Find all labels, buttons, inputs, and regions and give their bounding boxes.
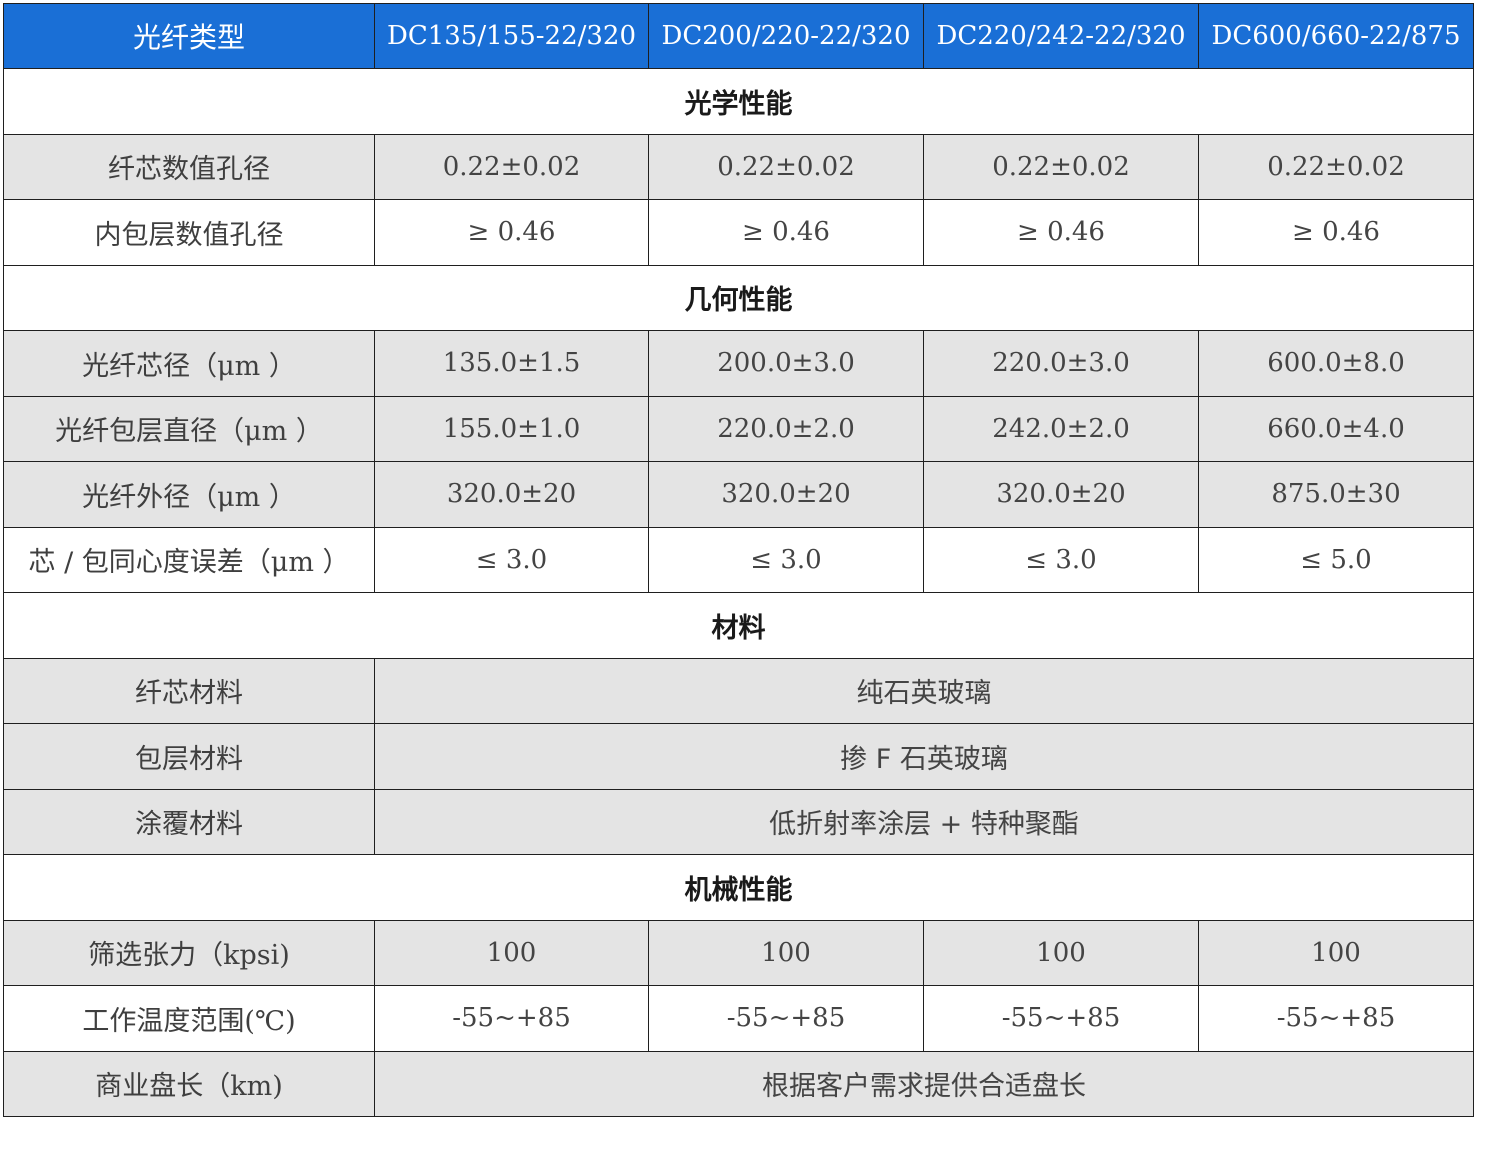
row-label-clad-material: 包层材料 bbox=[3, 723, 375, 790]
table-row-outer-diameter: 光纤外径（μm ） 320.0±20 320.0±20 320.0±20 875… bbox=[3, 461, 1474, 528]
section-title-optical: 光学性能 bbox=[3, 68, 1474, 135]
cell-clad-diameter-3: 242.0±2.0 bbox=[923, 395, 1199, 462]
section-material: 材料 bbox=[3, 592, 1474, 659]
section-optical: 光学性能 bbox=[3, 68, 1474, 135]
cell-temp-range-2: -55~+85 bbox=[648, 985, 924, 1052]
cell-concentricity-3: ≤ 3.0 bbox=[923, 526, 1199, 593]
table-row-proof-test: 筛选张力（kpsi) 100 100 100 100 bbox=[3, 919, 1474, 986]
cell-temp-range-1: -55~+85 bbox=[374, 985, 649, 1052]
cell-proof-test-1: 100 bbox=[374, 919, 649, 986]
row-label-core-diameter: 光纤芯径（μm ） bbox=[3, 330, 375, 397]
label-unit: （km) bbox=[203, 1071, 283, 1103]
cell-core-diameter-3: 220.0±3.0 bbox=[923, 330, 1199, 397]
cell-clad-diameter-4: 660.0±4.0 bbox=[1198, 395, 1474, 462]
table-row-length: 商业盘长（km) 根据客户需求提供合适盘长 bbox=[3, 1050, 1474, 1117]
table-row-clad-diameter: 光纤包层直径（μm ） 155.0±1.0 220.0±2.0 242.0±2.… bbox=[3, 395, 1474, 462]
cell-coating-material: 低折射率涂层 + 特种聚酯 bbox=[374, 788, 1474, 855]
section-geometry: 几何性能 bbox=[3, 264, 1474, 331]
row-label-core-material: 纤芯材料 bbox=[3, 657, 375, 724]
cell-core-na-4: 0.22±0.02 bbox=[1198, 133, 1474, 200]
cell-core-diameter-2: 200.0±3.0 bbox=[648, 330, 924, 397]
cell-temp-range-4: -55~+85 bbox=[1198, 985, 1474, 1052]
section-title-material: 材料 bbox=[3, 592, 1474, 659]
table-row-core-diameter: 光纤芯径（μm ） 135.0±1.5 200.0±3.0 220.0±3.0 … bbox=[3, 330, 1474, 397]
header-model-4: DC600/660-22/875 bbox=[1198, 3, 1474, 69]
table-row-coating-material: 涂覆材料 低折射率涂层 + 特种聚酯 bbox=[3, 788, 1474, 855]
fiber-spec-table: 光纤类型 DC135/155-22/320 DC200/220-22/320 D… bbox=[3, 3, 1474, 1117]
cell-concentricity-1: ≤ 3.0 bbox=[374, 526, 649, 593]
cell-inner-clad-na-2: ≥ 0.46 bbox=[648, 199, 924, 266]
table-row-clad-material: 包层材料 掺 F 石英玻璃 bbox=[3, 723, 1474, 790]
cell-inner-clad-na-4: ≥ 0.46 bbox=[1198, 199, 1474, 266]
label-text: 工作温度范围 bbox=[82, 1005, 245, 1037]
cell-outer-diameter-3: 320.0±20 bbox=[923, 461, 1199, 528]
header-model-3: DC220/242-22/320 bbox=[923, 3, 1199, 69]
row-label-outer-diameter: 光纤外径（μm ） bbox=[3, 461, 375, 528]
header-row: 光纤类型 DC135/155-22/320 DC200/220-22/320 D… bbox=[3, 3, 1474, 69]
row-label-coating-material: 涂覆材料 bbox=[3, 788, 375, 855]
label-text: 商业盘长 bbox=[95, 1071, 204, 1103]
cell-clad-diameter-2: 220.0±2.0 bbox=[648, 395, 924, 462]
label-text: 筛选张力 bbox=[88, 940, 197, 972]
label-unit: (℃) bbox=[244, 1005, 296, 1037]
cell-outer-diameter-4: 875.0±30 bbox=[1198, 461, 1474, 528]
cell-proof-test-2: 100 bbox=[648, 919, 924, 986]
header-fiber-type: 光纤类型 bbox=[3, 3, 375, 69]
section-title-mechanical: 机械性能 bbox=[3, 854, 1474, 921]
label-unit: （μm ） bbox=[190, 481, 296, 513]
table-row-inner-clad-na: 内包层数值孔径 ≥ 0.46 ≥ 0.46 ≥ 0.46 ≥ 0.46 bbox=[3, 199, 1474, 266]
header-model-2: DC200/220-22/320 bbox=[648, 3, 924, 69]
cell-inner-clad-na-3: ≥ 0.46 bbox=[923, 199, 1199, 266]
table-row-core-na: 纤芯数值孔径 0.22±0.02 0.22±0.02 0.22±0.02 0.2… bbox=[3, 133, 1474, 200]
cell-inner-clad-na-1: ≥ 0.46 bbox=[374, 199, 649, 266]
label-text: 光纤包层直径 bbox=[55, 416, 218, 448]
row-label-concentricity: 芯 / 包同心度误差（μm ） bbox=[3, 526, 375, 593]
label-unit: （μm ） bbox=[243, 547, 350, 579]
label-unit: （μm ） bbox=[217, 416, 323, 448]
cell-core-na-2: 0.22±0.02 bbox=[648, 133, 924, 200]
row-label-proof-test: 筛选张力（kpsi) bbox=[3, 919, 375, 986]
row-label-clad-diameter: 光纤包层直径（μm ） bbox=[3, 395, 375, 462]
header-model-1: DC135/155-22/320 bbox=[374, 3, 649, 69]
label-text: 光纤芯径 bbox=[82, 350, 191, 382]
cell-core-material: 纯石英玻璃 bbox=[374, 657, 1474, 724]
row-label-temp-range: 工作温度范围(℃) bbox=[3, 985, 375, 1052]
cell-core-na-1: 0.22±0.02 bbox=[374, 133, 649, 200]
cell-length: 根据客户需求提供合适盘长 bbox=[374, 1050, 1474, 1117]
section-mechanical: 机械性能 bbox=[3, 854, 1474, 921]
label-unit: （kpsi) bbox=[196, 940, 290, 972]
cell-temp-range-3: -55~+85 bbox=[923, 985, 1199, 1052]
table-row-core-material: 纤芯材料 纯石英玻璃 bbox=[3, 657, 1474, 724]
cell-proof-test-4: 100 bbox=[1198, 919, 1474, 986]
table-row-temp-range: 工作温度范围(℃) -55~+85 -55~+85 -55~+85 -55~+8… bbox=[3, 985, 1474, 1052]
table-row-concentricity: 芯 / 包同心度误差（μm ） ≤ 3.0 ≤ 3.0 ≤ 3.0 ≤ 5.0 bbox=[3, 526, 1474, 593]
cell-outer-diameter-2: 320.0±20 bbox=[648, 461, 924, 528]
row-label-inner-clad-na: 内包层数值孔径 bbox=[3, 199, 375, 266]
cell-core-diameter-4: 600.0±8.0 bbox=[1198, 330, 1474, 397]
cell-concentricity-4: ≤ 5.0 bbox=[1198, 526, 1474, 593]
label-text: 芯 / 包同心度误差 bbox=[28, 547, 244, 579]
cell-core-na-3: 0.22±0.02 bbox=[923, 133, 1199, 200]
cell-outer-diameter-1: 320.0±20 bbox=[374, 461, 649, 528]
label-unit: （μm ） bbox=[190, 350, 296, 382]
section-title-geometry: 几何性能 bbox=[3, 264, 1474, 331]
row-label-core-na: 纤芯数值孔径 bbox=[3, 133, 375, 200]
label-text: 光纤外径 bbox=[82, 481, 191, 513]
row-label-length: 商业盘长（km) bbox=[3, 1050, 375, 1117]
cell-core-diameter-1: 135.0±1.5 bbox=[374, 330, 649, 397]
cell-concentricity-2: ≤ 3.0 bbox=[648, 526, 924, 593]
cell-clad-material: 掺 F 石英玻璃 bbox=[374, 723, 1474, 790]
cell-proof-test-3: 100 bbox=[923, 919, 1199, 986]
cell-clad-diameter-1: 155.0±1.0 bbox=[374, 395, 649, 462]
